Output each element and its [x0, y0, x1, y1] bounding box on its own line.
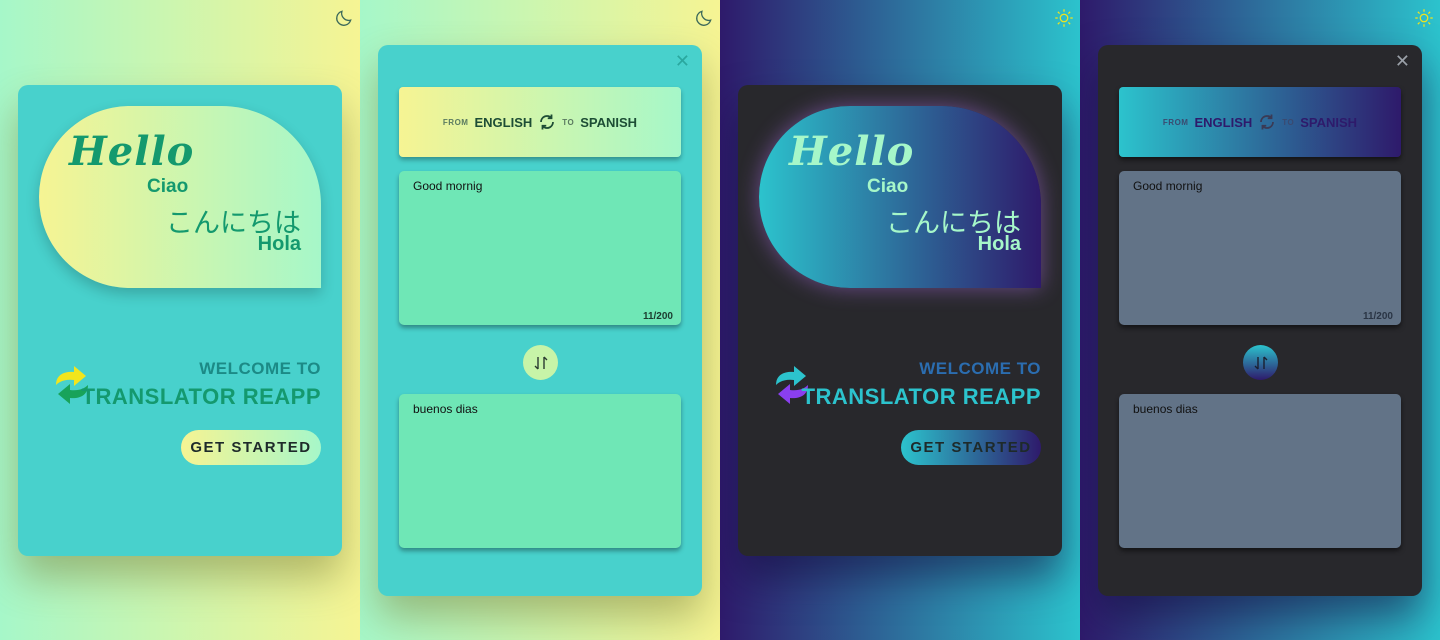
from-label: FROM [1162, 117, 1189, 127]
swap-button[interactable] [1243, 345, 1278, 380]
source-text: Good mornig [413, 179, 483, 193]
char-counter: 11/200 [642, 311, 673, 322]
to-label: TO [1282, 117, 1295, 127]
swap-button[interactable] [523, 345, 558, 380]
dark-welcome-screen: Hello Ciao こんにちは Hola WELCOME TO TRANSLA… [720, 0, 1080, 640]
translated-text-output: buenos dias [1119, 394, 1401, 548]
swap-vertical-icon [1254, 356, 1267, 369]
welcome-subtitle: WELCOME TO [919, 359, 1041, 378]
welcome-card: Hello Ciao こんにちは Hola WELCOME TO TRANSLA… [18, 85, 342, 556]
app-title: TRANSLATOR REAPP [81, 384, 321, 409]
get-started-button[interactable]: GET STARTED [901, 430, 1041, 465]
source-text: Good mornig [1133, 179, 1203, 193]
translated-text-output: buenos dias [399, 394, 681, 548]
light-welcome-screen: Hello Ciao こんにちは Hola WELCOME TO TRANSLA… [0, 0, 360, 640]
from-label: FROM [442, 117, 469, 127]
to-language[interactable]: SPANISH [580, 115, 637, 130]
from-language[interactable]: ENGLISH [1194, 115, 1252, 130]
sun-icon[interactable] [1414, 8, 1434, 28]
greeting-bubble: Hello Ciao こんにちは Hola [39, 106, 321, 288]
greeting-ciao: Ciao [867, 176, 909, 197]
to-label: TO [562, 117, 575, 127]
language-selector: FROM ENGLISH TO SPANISH [1119, 87, 1401, 157]
greeting-bubble: Hello Ciao こんにちは Hola [759, 106, 1041, 288]
source-text-input[interactable]: Good mornig 11/200 [399, 171, 681, 325]
from-language[interactable]: ENGLISH [474, 115, 532, 130]
app-title: TRANSLATOR REAPP [801, 384, 1041, 409]
translator-modal: ✕ FROM ENGLISH TO SPANISH Good mornig 11… [378, 45, 702, 596]
translator-modal: ✕ FROM ENGLISH TO SPANISH Good mornig 11… [1098, 45, 1422, 596]
moon-icon[interactable] [694, 8, 714, 28]
language-selector: FROM ENGLISH TO SPANISH [399, 87, 681, 157]
greeting-hello: Hello [69, 128, 195, 175]
swap-vertical-icon [534, 356, 547, 369]
greeting-hola: Hola [977, 233, 1021, 255]
greeting-ciao: Ciao [147, 176, 189, 197]
greeting-hello: Hello [789, 128, 915, 175]
translated-text: buenos dias [413, 402, 478, 416]
refresh-icon[interactable] [538, 113, 556, 131]
char-counter: 11/200 [1362, 311, 1393, 322]
sun-icon[interactable] [1054, 8, 1074, 28]
refresh-icon[interactable] [1258, 113, 1276, 131]
moon-icon[interactable] [334, 8, 354, 28]
light-translator-screen: ✕ FROM ENGLISH TO SPANISH Good mornig 11… [360, 0, 720, 640]
welcome-subtitle: WELCOME TO [199, 359, 321, 378]
source-text-input[interactable]: Good mornig 11/200 [1119, 171, 1401, 325]
to-language[interactable]: SPANISH [1300, 115, 1357, 130]
close-icon[interactable]: ✕ [675, 53, 690, 71]
greeting-hola: Hola [257, 233, 301, 255]
get-started-button[interactable]: GET STARTED [181, 430, 321, 465]
dark-translator-screen: ✕ FROM ENGLISH TO SPANISH Good mornig 11… [1080, 0, 1440, 640]
welcome-card: Hello Ciao こんにちは Hola WELCOME TO TRANSLA… [738, 85, 1062, 556]
close-icon[interactable]: ✕ [1395, 53, 1410, 71]
translated-text: buenos dias [1133, 402, 1198, 416]
